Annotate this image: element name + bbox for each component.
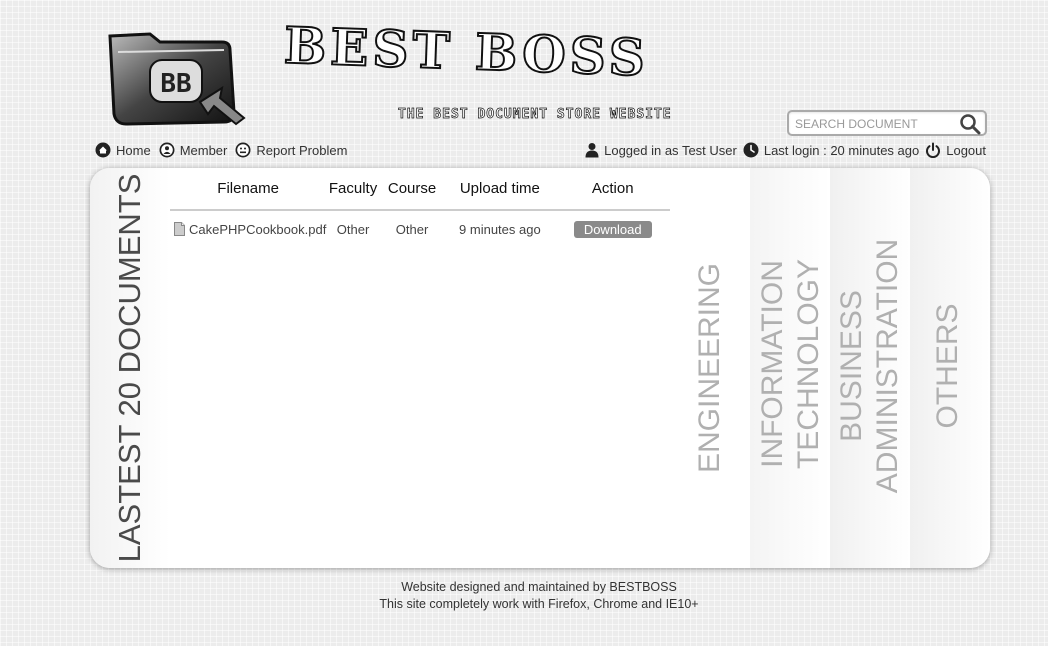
faculty-label-line: INFORMATION [756, 260, 789, 468]
search-input[interactable] [793, 114, 957, 134]
latest-documents-label: LASTEST 20 DOCUMENTS [112, 173, 147, 563]
footer-credit: Website designed and maintained by BESTB… [401, 580, 677, 594]
logout-label: Logout [946, 142, 986, 158]
faculty-others-label: OTHERS [930, 303, 966, 428]
nav-home-label: Home [116, 142, 151, 158]
footer: Website designed and maintained by BESTB… [0, 579, 1048, 613]
last-login: Last login : 20 minutes ago [743, 142, 919, 158]
user-status: Logged in as Test User [585, 142, 737, 158]
faculty-label-line: TECHNOLOGY [792, 258, 825, 470]
home-icon [95, 142, 111, 158]
col-upload-time: Upload time [444, 168, 556, 211]
cell-course: Other [395, 221, 429, 237]
file-icon [174, 221, 185, 236]
download-button[interactable]: Download [573, 220, 652, 238]
faculty-information-technology[interactable]: INFORMATION TECHNOLOGY [750, 168, 830, 568]
member-icon [159, 142, 175, 158]
faculty-business-administration[interactable]: BUSINESS ADMINISTRATION [830, 168, 910, 568]
nav-member-label: Member [179, 142, 228, 158]
nav-report-problem[interactable]: Report Problem [235, 142, 347, 158]
faculty-label-line: ENGINEERING [693, 262, 726, 474]
user-nav: Logged in as Test User Last login : 20 m… [585, 141, 986, 159]
document-list: Filename Faculty Course Upload time Acti… [170, 168, 670, 568]
col-filename: Filename [170, 168, 327, 211]
nav-report-label: Report Problem [256, 142, 348, 158]
table-row: CakePHPCookbook.pdf Other Other 9 minute… [170, 210, 670, 247]
logged-in-text: Logged in as Test User [604, 142, 737, 158]
user-icon [585, 143, 599, 158]
search-box [787, 110, 987, 136]
faculty-others[interactable]: OTHERS [910, 168, 990, 568]
power-icon [926, 142, 941, 158]
col-course: Course [379, 168, 445, 211]
cell-filename[interactable]: CakePHPCookbook.pdf [170, 210, 326, 247]
main-panel: LASTEST 20 DOCUMENTS Filename Faculty Co… [90, 168, 990, 568]
filename-text: CakePHPCookbook.pdf [189, 221, 327, 237]
search-icon[interactable] [959, 113, 981, 135]
faculty-label-line: BUSINESS [835, 290, 868, 442]
col-action: Action [555, 168, 670, 211]
cell-upload-time: 9 minutes ago [459, 221, 541, 237]
nav-home[interactable]: Home [95, 142, 151, 158]
nav-member[interactable]: Member [159, 142, 228, 158]
brand-title: BEST BOSS [282, 15, 651, 89]
faculty-business-label: BUSINESS ADMINISTRATION [834, 239, 906, 493]
faculty-it-label: INFORMATION TECHNOLOGY [755, 259, 827, 469]
documents-table: Filename Faculty Course Upload time Acti… [170, 168, 670, 247]
cell-action: Download [555, 210, 670, 247]
latest-documents-column: LASTEST 20 DOCUMENTS [90, 168, 170, 568]
faculty-label-line: ADMINISTRATION [871, 238, 904, 494]
cell-faculty: Other [336, 221, 370, 237]
footer-compat: This site completely work with Firefox, … [379, 597, 699, 611]
col-faculty: Faculty [326, 168, 380, 211]
table-header-row: Filename Faculty Course Upload time Acti… [170, 168, 670, 211]
tagline: THE BEST DOCUMENT STORE WEBSITE [398, 107, 672, 123]
report-icon [235, 142, 251, 158]
last-login-text: Last login : 20 minutes ago [763, 142, 920, 158]
faculty-engineering[interactable]: ENGINEERING [670, 168, 750, 568]
clock-icon [743, 142, 759, 158]
faculty-label-line: OTHERS [931, 303, 964, 429]
site-logo[interactable]: BB [104, 26, 254, 130]
main-nav: Home Member Report Problem [95, 141, 355, 159]
logo-text: BB [160, 69, 191, 99]
logout-link[interactable]: Logout [925, 142, 986, 158]
faculty-engineering-label: ENGINEERING [692, 263, 728, 473]
